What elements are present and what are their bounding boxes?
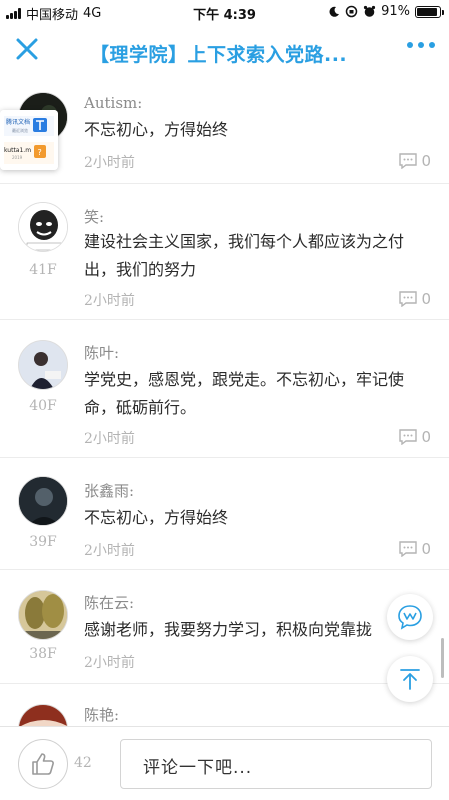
reply-button[interactable]: 0 [399, 540, 431, 558]
doc-popup-graphic: 腾讯文档 最近浏览 kutta1.m 2019 ? [0, 110, 58, 170]
moon-icon [329, 6, 340, 17]
comment-icon [399, 429, 418, 445]
comment-time: 2小时前 [84, 431, 135, 447]
commenter-name: 陈叶: [84, 344, 120, 362]
comment-item: 41F 笑: 建设社会主义国家，我们每个人都应该为之付出，我们的努力 2小时前 … [0, 184, 449, 320]
orientation-lock-icon [345, 5, 358, 18]
comment-time: 2小时前 [84, 543, 135, 559]
comment-text: 不忘初心，方得始终 [84, 120, 229, 139]
like-count: 42 [74, 755, 92, 771]
comment-text: 不忘初心，方得始终 [84, 508, 229, 527]
commenter-name: Autism: [84, 94, 143, 112]
svg-text:最近浏览: 最近浏览 [12, 127, 28, 133]
avatar[interactable] [18, 476, 68, 526]
page-title: 【理学院】上下求索入党路... [90, 44, 348, 66]
alarm-icon [363, 5, 376, 17]
comment-icon [399, 291, 418, 307]
nav-bar: 【理学院】上下求索入党路... [0, 24, 449, 80]
avatar[interactable] [18, 590, 68, 640]
more-dot-icon [418, 42, 424, 48]
avatar[interactable] [18, 340, 68, 390]
reply-button[interactable]: 0 [399, 428, 431, 446]
reply-count: 0 [421, 290, 431, 308]
comment-time: 2小时前 [84, 155, 135, 171]
arrow-up-icon [400, 669, 420, 690]
reply-button[interactable]: 0 [399, 290, 431, 308]
svg-text:2019: 2019 [12, 155, 23, 160]
doc-shortcut-popup[interactable]: 腾讯文档 最近浏览 kutta1.m 2019 ? [0, 110, 58, 170]
more-button[interactable] [407, 42, 435, 48]
chat-bubble-icon [398, 605, 422, 630]
commenter-name: 笑: [84, 208, 105, 226]
close-button[interactable] [12, 34, 44, 66]
battery-icon [415, 5, 444, 18]
bottom-bar: 42 评论一下吧... [0, 726, 449, 800]
svg-text:kutta1.m: kutta1.m [4, 147, 31, 154]
scrollbar[interactable] [441, 638, 444, 678]
like-button[interactable] [18, 739, 68, 789]
status-bar: 中国移动 4G 下午 4:39 91% [0, 0, 449, 24]
close-icon [16, 38, 38, 60]
reply-count: 0 [421, 540, 431, 558]
reply-count: 0 [421, 152, 431, 170]
comment-text: 学党史，感恩党，跟党走。不忘初心，牢记使命，砥砺前行。 [84, 370, 405, 417]
svg-text:腾讯文档: 腾讯文档 [6, 118, 30, 126]
status-right: 91% [328, 4, 444, 19]
floor-number: 40F [29, 398, 57, 414]
comment-icon [399, 153, 418, 169]
avatar[interactable] [18, 202, 68, 252]
comment-time: 2小时前 [84, 293, 135, 309]
comment-input[interactable]: 评论一下吧... [120, 739, 432, 789]
reply-count: 0 [421, 428, 431, 446]
svg-text:?: ? [38, 148, 42, 157]
more-dot-icon [429, 42, 435, 48]
battery-percent: 91% [381, 4, 410, 19]
thumbs-up-icon [32, 753, 54, 775]
comment-item: Autism: 不忘初心，方得始终 2小时前 0 [0, 80, 449, 184]
battery-fill [417, 7, 438, 16]
comment-time: 2小时前 [84, 655, 135, 671]
commenter-name: 张鑫雨: [84, 482, 135, 500]
share-floating-button[interactable] [387, 594, 433, 640]
commenter-name: 陈艳: [84, 706, 120, 724]
comment-item: 38F 陈在云: 感谢老师，我要努力学习，积极向党靠拢 2小时前 [0, 570, 449, 684]
floor-number: 38F [29, 646, 57, 662]
back-to-top-button[interactable] [387, 656, 433, 702]
floor-number: 39F [29, 534, 57, 550]
more-dot-icon [407, 42, 413, 48]
reply-button[interactable]: 0 [399, 152, 431, 170]
floor-number: 41F [29, 262, 57, 278]
commenter-name: 陈在云: [84, 594, 135, 612]
comment-item: 39F 张鑫雨: 不忘初心，方得始终 2小时前 0 [0, 458, 449, 570]
comment-text: 感谢老师，我要努力学习，积极向党靠拢 [84, 620, 373, 639]
comment-item: 40F 陈叶: 学党史，感恩党，跟党走。不忘初心，牢记使命，砥砺前行。 2小时前… [0, 320, 449, 458]
comment-icon [399, 541, 418, 557]
comment-text: 建设社会主义国家，我们每个人都应该为之付出，我们的努力 [84, 232, 405, 279]
